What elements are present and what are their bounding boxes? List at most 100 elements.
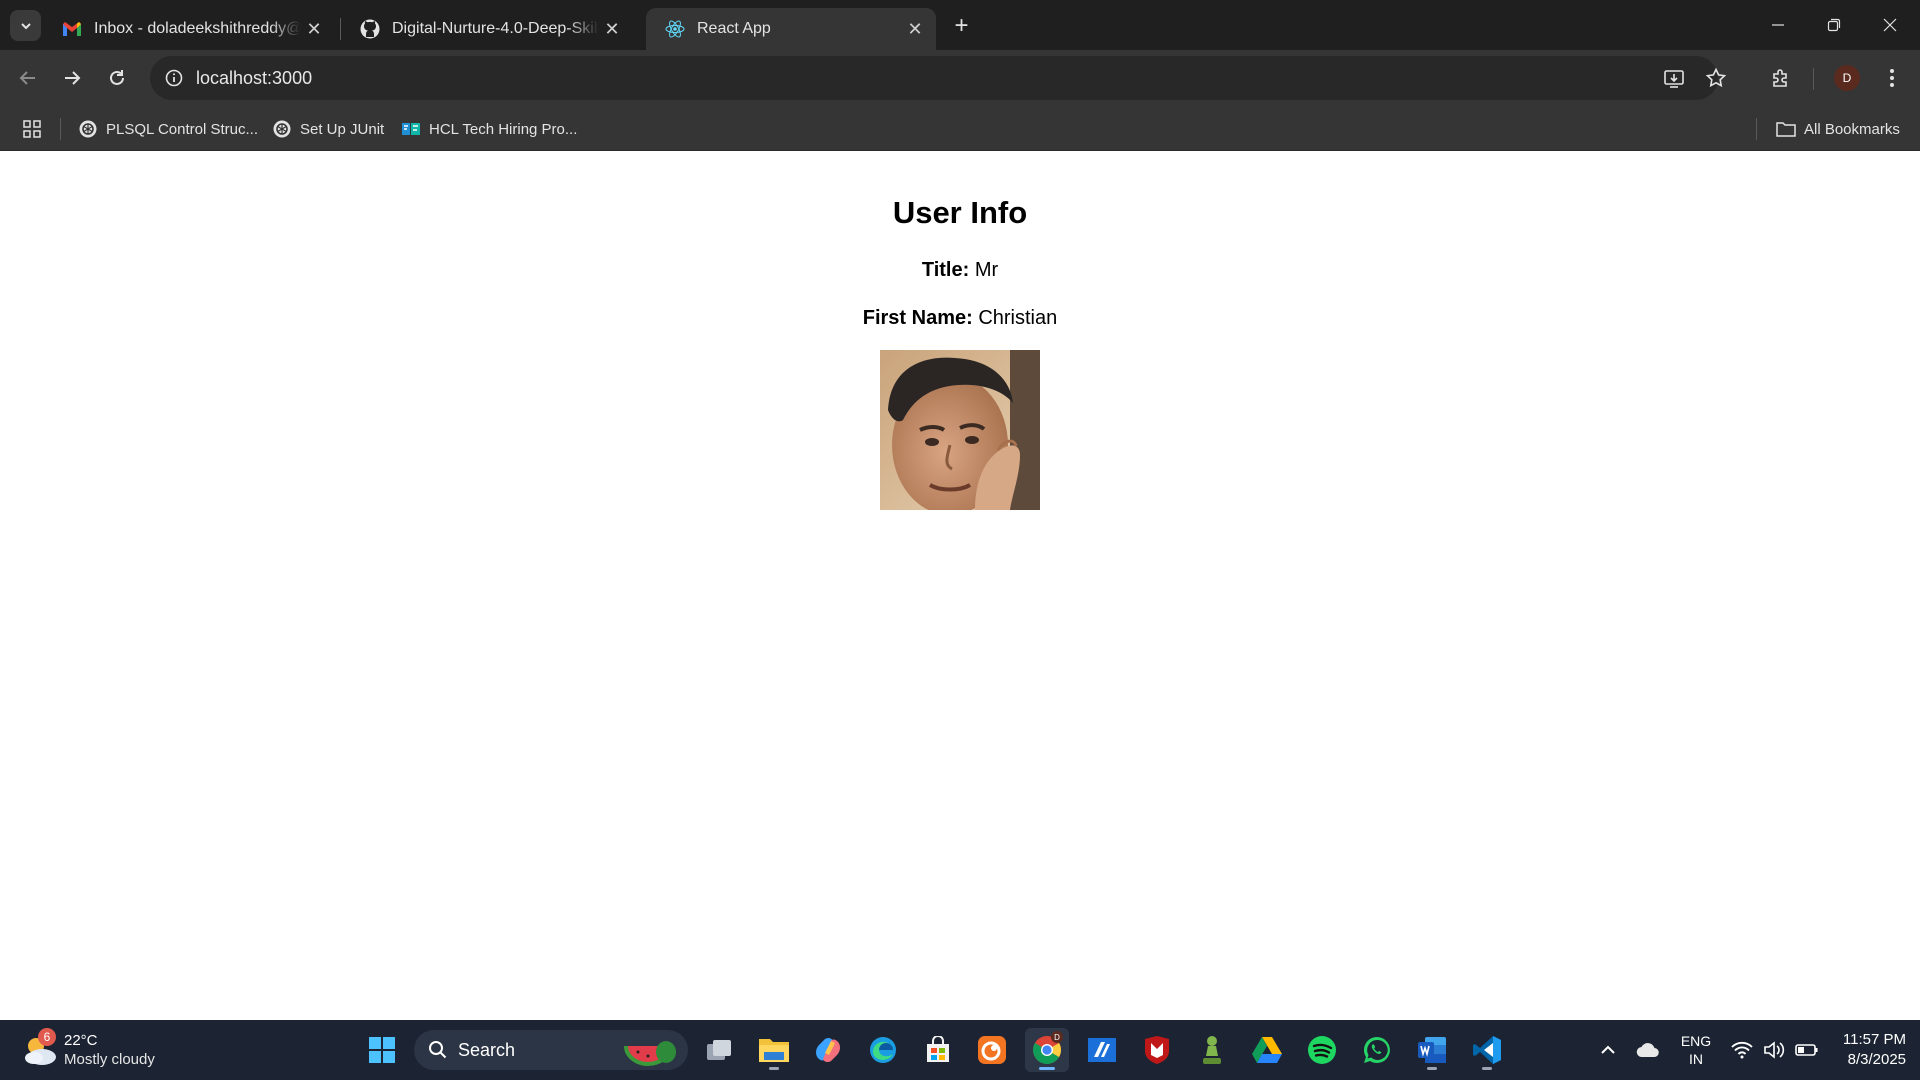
notification-badge: 6 bbox=[38, 1028, 56, 1046]
google-drive-button[interactable] bbox=[1245, 1028, 1289, 1072]
volume-icon bbox=[1764, 1041, 1785, 1059]
search-label: Search bbox=[458, 1039, 516, 1060]
spotify-button[interactable] bbox=[1300, 1028, 1344, 1072]
edge-icon bbox=[870, 1037, 896, 1063]
chevron-up-icon bbox=[1601, 1045, 1615, 1054]
tab-title: React App bbox=[697, 20, 771, 37]
new-tab-button[interactable]: + bbox=[946, 10, 977, 41]
cloud-sun-icon: 6 bbox=[20, 1028, 60, 1070]
menu-icon[interactable] bbox=[1876, 62, 1908, 94]
weather-widget[interactable]: 6 22°C Mostly cloudy bbox=[20, 1028, 155, 1072]
word-button[interactable] bbox=[1410, 1028, 1454, 1072]
windows-logo-icon bbox=[369, 1037, 395, 1063]
address-bar[interactable]: localhost:3000 bbox=[150, 56, 1727, 100]
running-indicator bbox=[769, 1067, 779, 1070]
tab-search-button[interactable] bbox=[10, 10, 41, 41]
whatsapp-icon bbox=[1363, 1036, 1390, 1063]
tab-strip: Inbox - doladeekshithreddy@gmail.com - G… bbox=[0, 0, 1920, 50]
edge-button[interactable] bbox=[861, 1028, 905, 1072]
spotify-icon bbox=[1308, 1036, 1336, 1064]
bookmark-label: Set Up JUnit bbox=[300, 120, 385, 138]
bookmark-junit[interactable]: Set Up JUnit bbox=[272, 114, 384, 144]
chevron-down-icon bbox=[20, 22, 31, 29]
onedrive-button[interactable] bbox=[1636, 1020, 1660, 1080]
azure-icon bbox=[1088, 1038, 1116, 1062]
task-view-button[interactable] bbox=[697, 1028, 741, 1072]
language-indicator[interactable]: ENG IN bbox=[1676, 1020, 1716, 1080]
hcl-icon bbox=[401, 119, 421, 139]
title-field: Title: Mr bbox=[0, 257, 1920, 283]
copilot-icon bbox=[816, 1037, 840, 1063]
close-icon[interactable]: ✕ bbox=[902, 16, 928, 42]
close-window-button[interactable] bbox=[1862, 0, 1918, 50]
page-title: User Info bbox=[892, 195, 1028, 230]
close-icon[interactable]: ✕ bbox=[599, 16, 625, 42]
mcafee-icon bbox=[1145, 1036, 1169, 1064]
tab-gmail[interactable]: Inbox - doladeekshithreddy@gmail.com - G… bbox=[43, 8, 335, 50]
bookmark-label: PLSQL Control Struc... bbox=[106, 120, 259, 138]
running-indicator bbox=[1039, 1067, 1055, 1070]
back-button[interactable] bbox=[10, 60, 46, 96]
weather-temp: 22°C bbox=[64, 1032, 98, 1049]
bookmarks-divider bbox=[60, 118, 61, 140]
minimize-icon bbox=[1772, 24, 1784, 26]
file-explorer-button[interactable] bbox=[752, 1028, 796, 1072]
taskbar-search[interactable]: Search bbox=[414, 1030, 688, 1070]
tab-title: Digital-Nurture-4.0-Deep-Skilling bbox=[392, 20, 599, 37]
clock-time: 11:57 PM bbox=[1842, 1031, 1906, 1048]
crunchyroll-button[interactable] bbox=[970, 1028, 1014, 1072]
store-button[interactable] bbox=[916, 1028, 960, 1072]
chess-button[interactable] bbox=[1190, 1028, 1234, 1072]
url-text: localhost:3000 bbox=[196, 68, 313, 88]
search-icon bbox=[429, 1041, 447, 1059]
forward-button[interactable] bbox=[54, 60, 90, 96]
field-value: Mr bbox=[974, 259, 999, 281]
minimize-button[interactable] bbox=[1750, 0, 1806, 50]
user-photo bbox=[880, 350, 1040, 510]
bookmark-star-icon[interactable] bbox=[1702, 64, 1730, 92]
chatgpt-icon bbox=[78, 119, 98, 139]
apps-grid-icon bbox=[22, 119, 42, 139]
screen: Inbox - doladeekshithreddy@gmail.com - G… bbox=[0, 0, 1920, 1080]
apps-button[interactable] bbox=[22, 114, 50, 144]
running-indicator bbox=[1427, 1067, 1437, 1070]
field-value: Christian bbox=[978, 307, 1058, 329]
bookmark-plsql[interactable]: PLSQL Control Struc... bbox=[78, 114, 258, 144]
watermelon-icon bbox=[624, 1041, 676, 1066]
clock[interactable]: 11:57 PM 8/3/2025 bbox=[1820, 1030, 1906, 1070]
site-info-icon[interactable] bbox=[162, 66, 186, 90]
browser-toolbar: localhost:3000 D bbox=[0, 50, 1920, 106]
quick-settings-button[interactable] bbox=[1730, 1020, 1820, 1080]
install-app-icon[interactable] bbox=[1660, 64, 1688, 92]
battery-icon bbox=[1795, 1044, 1818, 1056]
extensions-icon[interactable] bbox=[1765, 62, 1797, 94]
profile-avatar[interactable]: D bbox=[1834, 65, 1860, 91]
tab-github[interactable]: Digital-Nurture-4.0-Deep-Skilling ✕ bbox=[341, 8, 633, 50]
all-bookmarks-button[interactable]: All Bookmarks bbox=[1776, 114, 1900, 144]
mcafee-button[interactable] bbox=[1135, 1028, 1179, 1072]
start-button[interactable] bbox=[360, 1028, 404, 1072]
windows-taskbar: 6 22°C Mostly cloudy Search D ENG IN 11:… bbox=[0, 1020, 1920, 1080]
tab-react-app[interactable]: React App ✕ bbox=[646, 8, 936, 50]
chatgpt-icon bbox=[272, 119, 292, 139]
restore-button[interactable] bbox=[1806, 0, 1862, 50]
azure-button[interactable] bbox=[1080, 1028, 1124, 1072]
close-icon[interactable]: ✕ bbox=[301, 16, 327, 42]
chrome-button[interactable]: D bbox=[1025, 1028, 1069, 1072]
bookmark-hcl[interactable]: HCL Tech Hiring Pro... bbox=[401, 114, 577, 144]
show-hidden-icons-button[interactable] bbox=[1596, 1020, 1620, 1080]
react-icon bbox=[665, 19, 685, 39]
plus-icon: + bbox=[954, 11, 969, 39]
bookmarks-divider bbox=[1756, 118, 1757, 140]
arrow-right-icon bbox=[65, 71, 81, 85]
copilot-button[interactable] bbox=[806, 1028, 850, 1072]
clock-date: 8/3/2025 bbox=[1847, 1051, 1906, 1068]
reload-button[interactable] bbox=[99, 60, 135, 96]
arrow-left-icon bbox=[19, 71, 35, 85]
store-icon bbox=[927, 1036, 949, 1062]
whatsapp-button[interactable] bbox=[1355, 1028, 1399, 1072]
language-line1: ENG bbox=[1680, 1033, 1712, 1049]
folder-icon bbox=[1776, 119, 1796, 139]
reload-icon bbox=[110, 70, 124, 85]
vscode-button[interactable] bbox=[1465, 1028, 1509, 1072]
